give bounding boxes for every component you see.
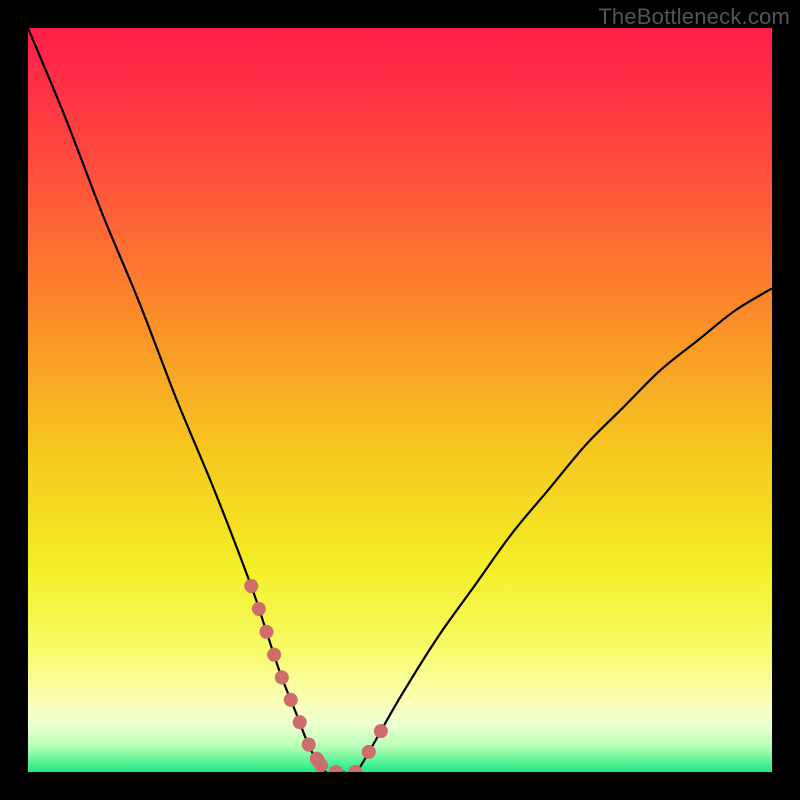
- chart-svg: [28, 28, 772, 772]
- watermark-text: TheBottleneck.com: [598, 4, 790, 30]
- chart-stage: TheBottleneck.com: [0, 0, 800, 800]
- plot-area: [28, 28, 772, 772]
- chart-background: [28, 28, 772, 772]
